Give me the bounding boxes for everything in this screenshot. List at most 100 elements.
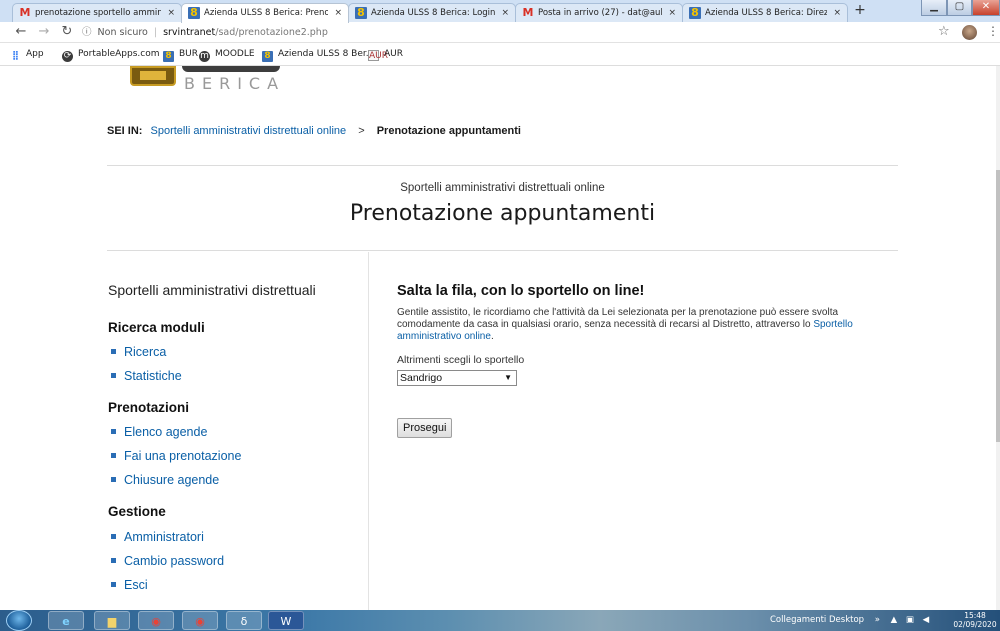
info-text: Gentile assistito, le ricordiamo che l'a…	[397, 307, 839, 330]
content-title: Salta la fila, con lo sportello on line!	[397, 283, 645, 299]
tab-close-icon[interactable]: ×	[167, 4, 175, 22]
sidebar-link-label: Statistiche	[124, 369, 182, 383]
info-paragraph: Gentile assistito, le ricordiamo che l'a…	[397, 307, 895, 343]
sidebar-link-statistiche[interactable]: Statistiche	[111, 369, 182, 383]
bullet-icon	[111, 453, 116, 458]
minimize-button[interactable]: ▁	[921, 0, 947, 16]
bookmark-aur[interactable]: AURAUR	[368, 48, 403, 61]
sidebar-link-elenco-agende[interactable]: Elenco agende	[111, 425, 207, 439]
bookmark-star-icon[interactable]: ☆	[938, 24, 950, 39]
volume-icon[interactable]: ◀	[923, 615, 930, 625]
ulss-favicon: 8	[188, 7, 200, 19]
tab-close-icon[interactable]: ×	[501, 4, 509, 22]
tray-expand-icon[interactable]: ▲	[891, 615, 898, 625]
bookmark-label: BUR	[179, 49, 199, 59]
new-tab-button[interactable]: +	[850, 3, 870, 19]
sidebar-link-label: Cambio password	[124, 554, 225, 568]
bullet-icon	[111, 558, 116, 563]
tab-close-icon[interactable]: ×	[334, 4, 342, 22]
system-tray: Collegamenti Desktop » ▲ ▣ ◀	[770, 610, 929, 631]
chrome-icon[interactable]: ◉	[182, 611, 218, 630]
breadcrumb-label: SEI IN:	[107, 125, 143, 137]
start-button[interactable]	[6, 610, 32, 631]
url-path: /sad/prenotazione2.php	[215, 27, 328, 38]
sidebar-link-label: Elenco agende	[124, 425, 208, 439]
clock-date: 02/09/2020	[953, 620, 997, 629]
sidebar-link-label: Ricerca	[124, 345, 167, 359]
sidebar-link-label: Chiusure agende	[124, 473, 220, 487]
aur-icon: AUR	[368, 50, 388, 61]
divider	[107, 250, 898, 251]
bookmark-label: MOODLE	[215, 49, 255, 59]
windows-taskbar: e ▆ ◉ ◉ δ W Collegamenti Desktop » ▲ ▣ ◀…	[0, 610, 1000, 631]
delta-app-icon[interactable]: δ	[226, 611, 262, 630]
bookmark-bur[interactable]: 8 BUR	[163, 48, 198, 62]
forward-arrow-icon[interactable]: →	[35, 23, 53, 41]
page-subtitle: Sportelli amministrativi distrettuali on…	[400, 182, 605, 194]
tray-toolbar-label[interactable]: Collegamenti Desktop	[770, 615, 864, 625]
sidebar: Sportelli amministrativi distrettuali Ri…	[107, 252, 369, 610]
sidebar-link-cambio-password[interactable]: Cambio password	[111, 554, 224, 568]
sidebar-link-fai-prenotazione[interactable]: Fai una prenotazione	[111, 449, 241, 463]
sportello-select[interactable]: Sandrigo ▼	[397, 370, 517, 386]
browser-tab[interactable]: 8 Azienda ULSS 8 Berica: Direzione ×	[682, 3, 848, 22]
profile-avatar[interactable]	[962, 25, 977, 40]
internet-explorer-icon[interactable]: e	[48, 611, 84, 630]
info-icon[interactable]: ⓘ	[82, 27, 92, 38]
sidebar-title: Sportelli amministrativi distrettuali	[108, 282, 316, 298]
word-icon[interactable]: W	[268, 611, 304, 630]
back-arrow-icon[interactable]: ←	[12, 23, 30, 41]
ulss-favicon: 8	[262, 51, 273, 62]
web-page: BERICA SEI IN: Sportelli amministrativi …	[0, 66, 996, 610]
sidebar-link-label: Esci	[124, 578, 148, 592]
bullet-icon	[111, 349, 116, 354]
tab-title: Azienda ULSS 8 Berica: Prenota:	[204, 8, 328, 18]
window-close-button[interactable]: ✕	[972, 0, 1000, 16]
sidebar-link-amministratori[interactable]: Amministratori	[111, 530, 204, 544]
portableapps-icon: ⟳	[62, 51, 73, 62]
browser-tab-strip: M prenotazione sportello amministr × 8 A…	[0, 0, 1000, 23]
sidebar-link-ricerca[interactable]: Ricerca	[111, 345, 166, 359]
prosegui-button[interactable]: Prosegui	[397, 418, 453, 438]
browser-tab[interactable]: M prenotazione sportello amministr ×	[12, 3, 182, 22]
ulss-logo[interactable]: BERICA	[130, 66, 290, 104]
tab-title: Posta in arrivo (27) - dat@aulss8	[538, 8, 662, 18]
logo-wordmark	[182, 66, 280, 72]
browser-menu-icon[interactable]: ⋮	[987, 24, 999, 38]
bookmark-portableapps[interactable]: ⟳ PortableApps.com	[62, 48, 159, 62]
scrollbar-thumb[interactable]	[996, 170, 1000, 442]
logo-text: BERICA	[184, 74, 286, 93]
reload-icon[interactable]: ↻	[58, 23, 76, 41]
bullet-icon	[111, 582, 116, 587]
browser-tab[interactable]: 8 Azienda ULSS 8 Berica: Login ×	[348, 3, 516, 22]
tab-title: Azienda ULSS 8 Berica: Direzione	[705, 8, 827, 18]
clock-time: 15:48	[964, 611, 986, 620]
ulss-favicon: 8	[689, 7, 701, 19]
browser-tab[interactable]: M Posta in arrivo (27) - dat@aulss8 ×	[515, 3, 683, 22]
tab-close-icon[interactable]: ×	[668, 4, 676, 22]
ulss-favicon: 8	[355, 7, 367, 19]
bookmark-apps[interactable]: ⣿ App	[10, 48, 44, 62]
sidebar-link-esci[interactable]: Esci	[111, 578, 148, 592]
bookmark-label: Azienda ULSS 8 Ber...	[278, 49, 375, 59]
bookmark-azienda-ulss[interactable]: 8 Azienda ULSS 8 Ber...	[262, 48, 374, 62]
bookmark-moodle[interactable]: m MOODLE	[199, 48, 255, 62]
breadcrumb-link[interactable]: Sportelli amministrativi distrettuali on…	[151, 125, 347, 137]
bookmark-label: AUR	[384, 49, 403, 59]
tab-close-icon[interactable]: ×	[833, 4, 841, 22]
browser-tab-active[interactable]: 8 Azienda ULSS 8 Berica: Prenota: ×	[181, 3, 349, 23]
tray-chevron-icon[interactable]: »	[875, 615, 880, 625]
system-clock[interactable]: 15:48 02/09/2020	[952, 611, 998, 629]
select-value: Sandrigo	[400, 372, 443, 384]
address-bar[interactable]: ⓘ Non sicuro | srvintranet/sad/prenotazion…	[82, 24, 922, 41]
section-heading-prenotazioni: Prenotazioni	[108, 400, 190, 415]
chrome-icon[interactable]: ◉	[138, 611, 174, 630]
maximize-button[interactable]: ▢	[947, 0, 972, 16]
file-explorer-icon[interactable]: ▆	[94, 611, 130, 630]
bookmark-label: App	[26, 49, 44, 59]
sidebar-link-chiusure-agende[interactable]: Chiusure agende	[111, 473, 219, 487]
page-title: Prenotazione appuntamenti	[349, 201, 656, 226]
info-text-end: .	[490, 331, 494, 342]
network-icon[interactable]: ▣	[906, 615, 914, 625]
ulss-favicon: 8	[163, 51, 174, 62]
